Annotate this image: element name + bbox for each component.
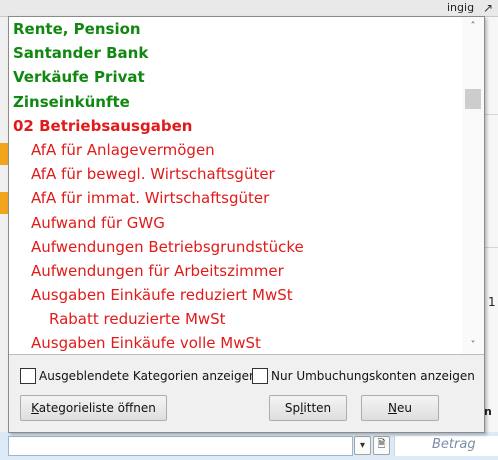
divider [485, 247, 498, 248]
category-list-item[interactable]: 02 Betriebsausgaben [9, 114, 462, 138]
category-list-item[interactable]: AfA für bewegl. Wirtschaftsgüter [9, 162, 462, 186]
category-picker-popup: Rente, Pension Santander Bank Verkäufe Pri… [8, 16, 485, 433]
new-button[interactable]: Neu [361, 395, 439, 421]
only-rebooking-accounts-option[interactable]: Nur Umbuchungskonten anzeigen [252, 367, 475, 385]
background-right-column [484, 17, 498, 432]
show-hidden-categories-option[interactable]: Ausgeblendete Kategorien anzeigen [20, 367, 257, 385]
category-list-item[interactable]: Zinseinkünfte [9, 90, 462, 114]
category-list-item[interactable]: Aufwendungen Betriebsgrundstücke [9, 235, 462, 259]
scroll-thumb[interactable] [465, 89, 481, 109]
category-list-item[interactable]: Ausgaben Einkäufe reduziert MwSt [9, 283, 462, 307]
divider [485, 114, 498, 115]
split-button[interactable]: Splitten [269, 395, 347, 421]
show-hidden-categories-label: Ausgeblendete Kategorien anzeigen [39, 369, 257, 383]
new-label: Neu [388, 401, 412, 415]
show-hidden-categories-checkbox[interactable] [20, 368, 36, 384]
category-list-item[interactable]: Ausgaben Einkäufe volle MwSt [9, 331, 462, 354]
category-list-item[interactable]: Rente, Pension [9, 17, 462, 41]
scroll-down-icon[interactable]: ˅ [462, 337, 484, 354]
export-icon[interactable]: ↗ [480, 1, 496, 15]
category-list-item[interactable]: AfA für Anlagevermögen [9, 138, 462, 162]
open-category-list-label: Kategorieliste öffnen [31, 401, 156, 415]
category-list-items: Rente, Pension Santander Bank Verkäufe Pri… [9, 17, 462, 354]
open-category-list-button[interactable]: Kategorieliste öffnen [20, 395, 167, 421]
only-rebooking-accounts-checkbox[interactable] [252, 368, 268, 384]
category-list-item[interactable]: Aufwendungen für Arbeitszimmer [9, 259, 462, 283]
background-toolbar: ingig ↗ [0, 0, 498, 17]
background-tab-label[interactable]: ingig [447, 1, 474, 14]
category-input[interactable] [8, 436, 353, 456]
row-highlight-marker [0, 192, 8, 214]
background-column-label: n [484, 405, 492, 418]
note-icon[interactable]: 🗎 [373, 436, 390, 455]
dropdown-arrow-icon[interactable]: ▾ [354, 436, 371, 455]
category-list-item[interactable]: Aufwand für GWG [9, 211, 462, 235]
only-rebooking-accounts-label: Nur Umbuchungskonten anzeigen [271, 369, 475, 383]
scroll-up-icon[interactable]: ˄ [462, 18, 484, 35]
category-list[interactable]: Rente, Pension Santander Bank Verkäufe Pri… [9, 17, 484, 355]
split-label: Splitten [284, 401, 332, 415]
amount-field[interactable]: Betrag [394, 436, 498, 456]
vertical-scrollbar[interactable]: ˄ ˅ [462, 17, 484, 354]
category-list-item[interactable]: AfA für immat. Wirtschaftsgüter [9, 186, 462, 210]
category-list-item[interactable]: Santander Bank [9, 41, 462, 65]
background-cell-value: 1 [488, 295, 496, 309]
category-list-item[interactable]: Rabatt reduzierte MwSt [9, 307, 462, 331]
row-highlight-marker [0, 143, 8, 165]
category-list-item[interactable]: Verkäufe Privat [9, 65, 462, 89]
